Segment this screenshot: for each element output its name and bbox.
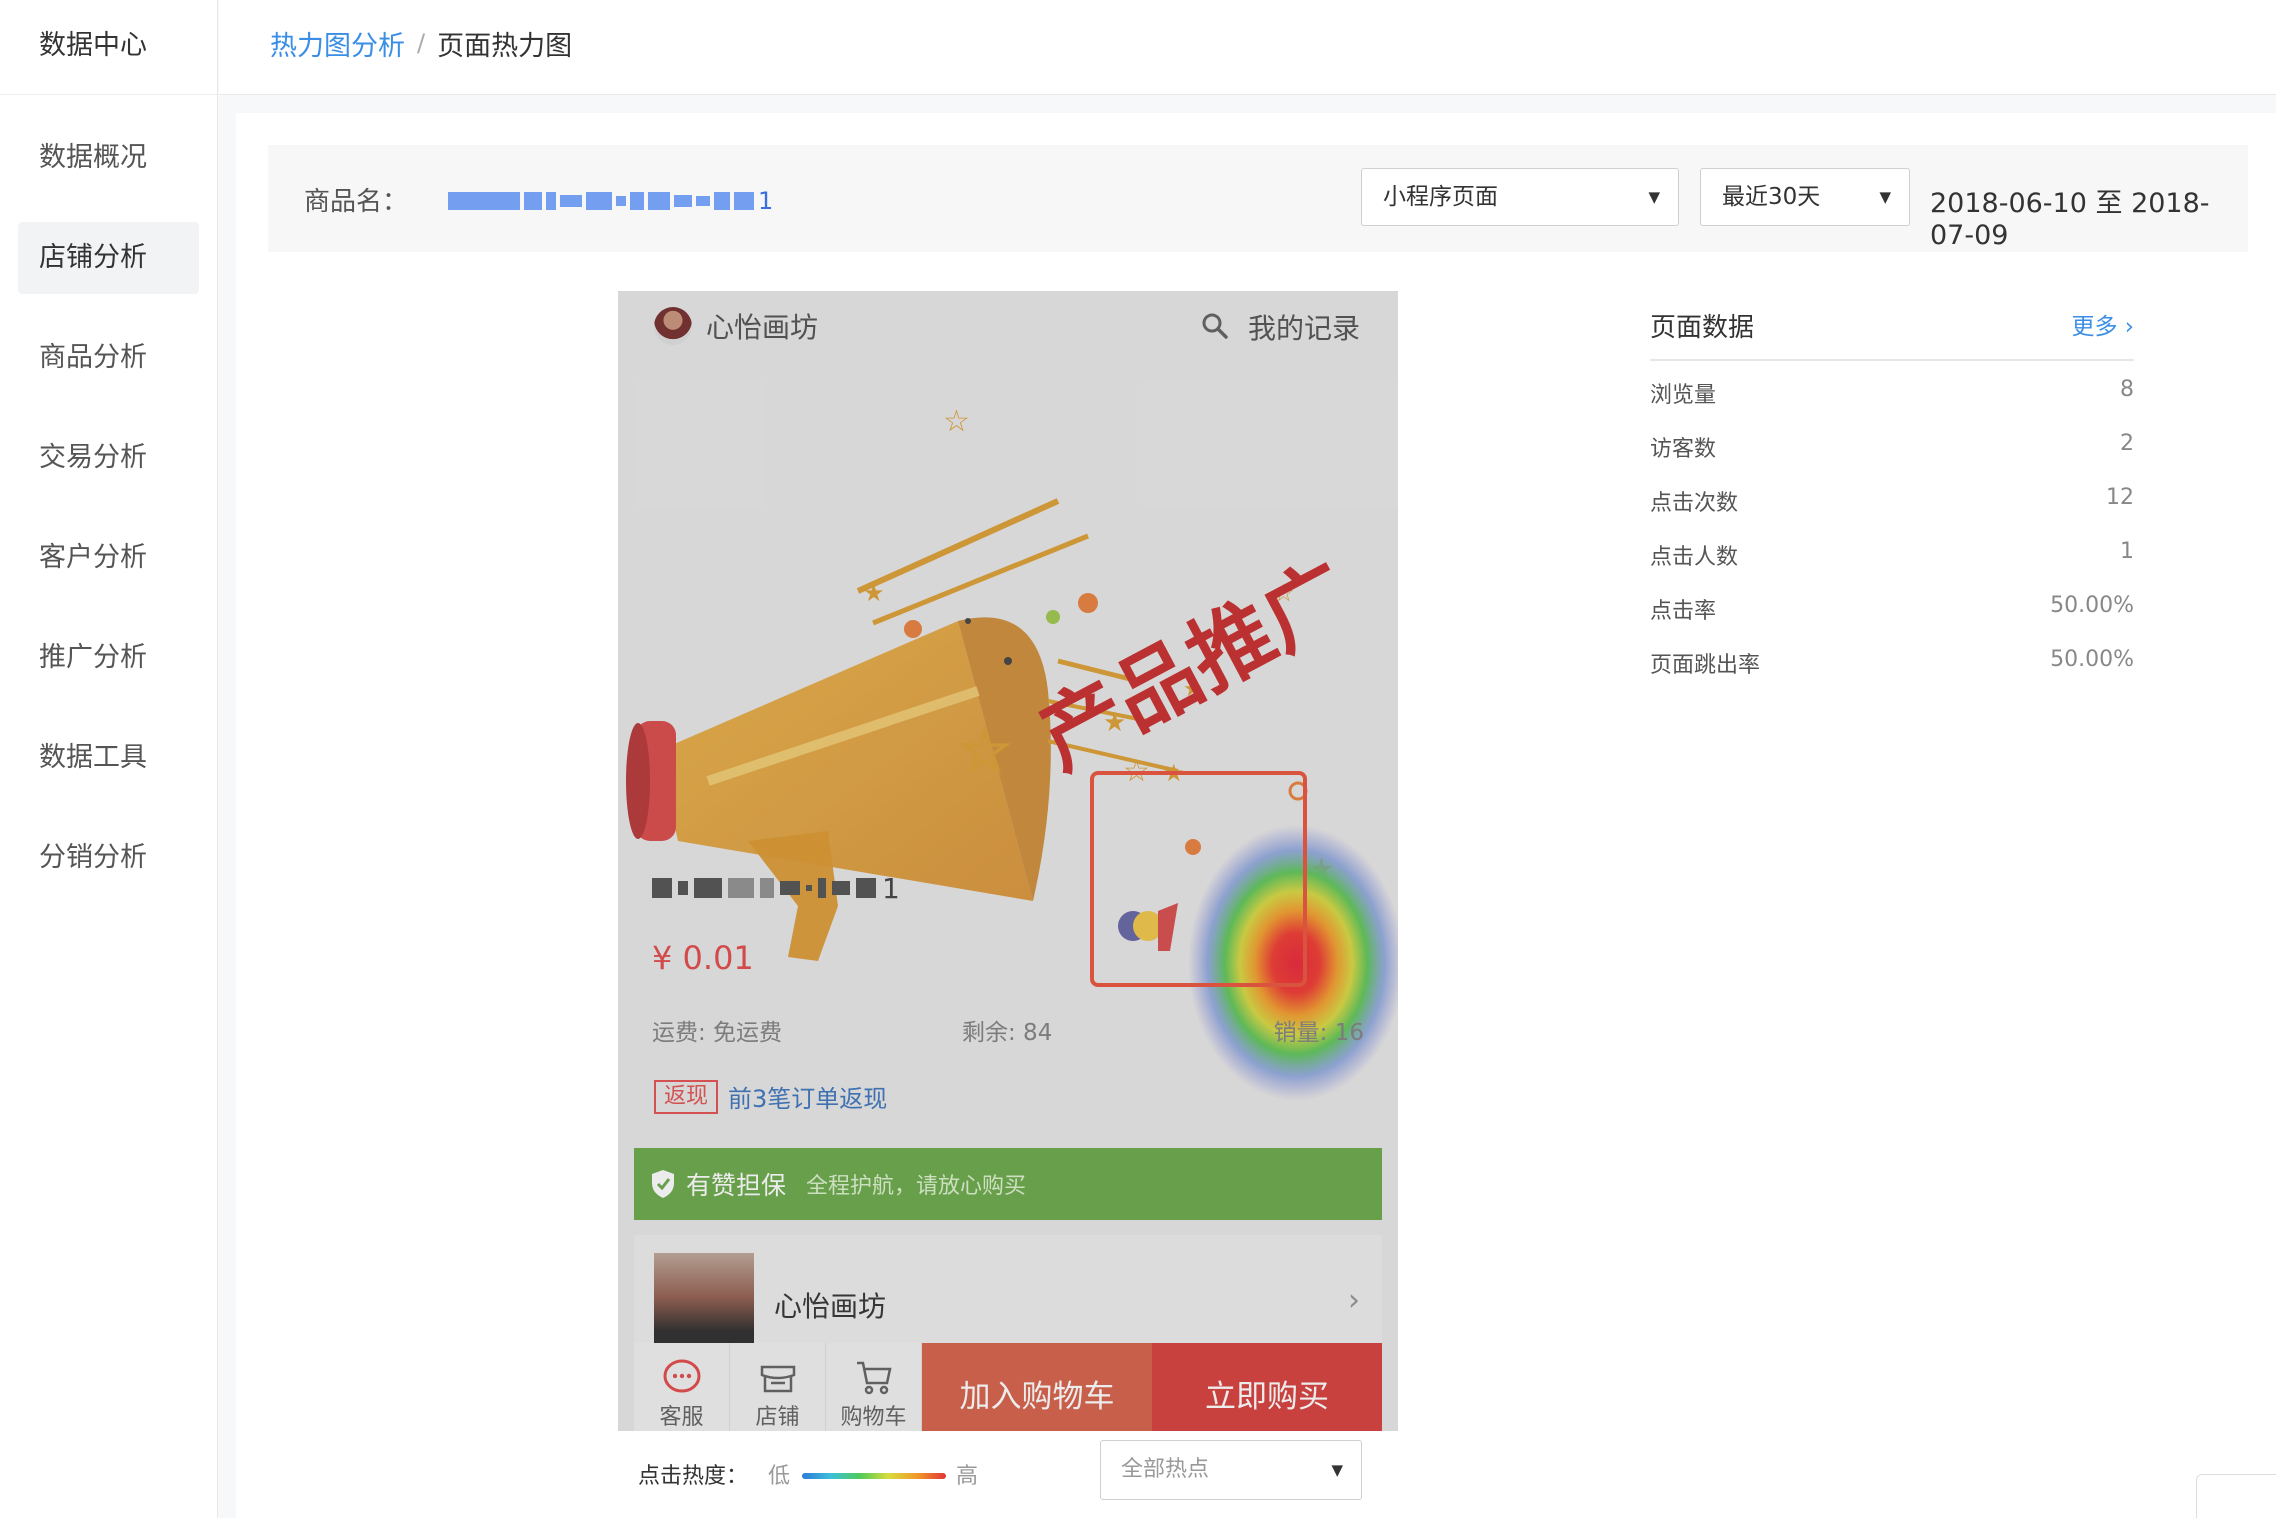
heat-legend-low: 低 [768,1464,791,1489]
stat-label: 访客数 [1650,437,1717,462]
service-label: 客服 [659,1405,704,1430]
preview-shop-name: 心怡画坊 [706,311,819,344]
stat-label: 页面跳出率 [1650,653,1761,678]
cashback-tag: 返现 [654,1079,719,1114]
stat-row: 点击人数 1 [1650,523,2134,577]
caret-down-icon: ▼ [1648,188,1660,206]
stat-label: 点击人数 [1650,545,1739,570]
stat-label: 浏览量 [1650,383,1717,408]
page-data-panel: 页面数据 更多 › 浏览量 8 访客数 2 点击次数 12 点击人数 1 点击率… [1650,291,2134,685]
chevron-right-icon: › [2124,314,2134,340]
stat-row: 页面跳出率 50.00% [1650,631,2134,685]
stat-label: 点击次数 [1650,491,1739,516]
heat-legend-high: 高 [956,1464,979,1489]
more-link[interactable]: 更多 › [2071,307,2134,341]
stat-value: 50.00% [2050,593,2134,618]
time-range-select[interactable]: 最近30天 ▼ [1700,168,1910,226]
page-data-title: 页面数据 [1650,313,1755,343]
time-range-value: 最近30天 [1722,184,1821,210]
shield-icon [652,1170,674,1198]
sidebar-title: 数据中心 [0,0,217,95]
caret-down-icon: ▼ [1879,188,1891,206]
sales-count: 销量: 16 [1273,1020,1364,1046]
store-label: 店铺 [755,1405,800,1430]
stat-value: 50.00% [2050,647,2134,672]
store-icon [760,1365,795,1393]
stat-row: 访客数 2 [1650,415,2134,469]
product-title: 1 [652,871,900,905]
sidebar-item-store-analysis[interactable]: 店铺分析 [18,222,199,294]
goods-name-value: 1 [448,187,773,215]
chat-icon [663,1359,700,1393]
add-to-cart-button[interactable]: 加入购物车 [922,1343,1152,1431]
chevron-right-icon: › [1348,1283,1360,1318]
sidebar-item-overview[interactable]: 数据概况 [18,122,199,194]
stat-value: 8 [2120,377,2134,402]
cashback-promo[interactable]: 返现 前3笔订单返现 [654,1079,887,1114]
product-title-tail: 1 [882,871,900,905]
filter-bar: 商品名： 1 小程序页面 ▼ 最近30天 ▼ 2018-06-10 至 2018… [268,145,2248,252]
sidebar-item-promotion-analysis[interactable]: 推广分析 [18,622,199,694]
guarantee-title: 有赞担保 [686,1171,787,1200]
stock-remaining: 剩余: 84 [962,1020,1053,1046]
date-range: 2018-06-10 至 2018-07-09 [1930,188,2210,251]
stat-value: 1 [2120,539,2134,564]
stat-label: 点击率 [1650,599,1717,624]
action-bar: 客服 店铺 购物车 加入购物车 立即购买 [634,1343,1382,1431]
main-panel: 商品名： 1 小程序页面 ▼ 最近30天 ▼ 2018-06-10 至 2018… [236,113,2276,1518]
cashback-text: 前3笔订单返现 [728,1085,888,1113]
stat-row: 点击率 50.00% [1650,577,2134,631]
guarantee-banner: 有赞担保 全程护航，请放心购买 [634,1148,1382,1220]
svg-text:☆: ☆ [958,716,1012,786]
heat-legend: 点击热度： 低 高 全部热点 ▼ [618,1431,1398,1518]
product-price: ¥ 0.01 [652,939,754,977]
stat-row: 浏览量 8 [1650,361,2134,415]
goods-name-label: 商品名： [304,187,409,217]
shipping-fee: 运费: 免运费 [652,1020,783,1046]
cart-label: 购物车 [840,1405,907,1430]
service-button[interactable]: 客服 [634,1343,730,1431]
svg-text:☆: ☆ [943,404,970,439]
sidebar-menu: 数据概况 店铺分析 商品分析 交易分析 客户分析 推广分析 数据工具 分销分析 [0,95,217,894]
store-button[interactable]: 店铺 [730,1343,826,1431]
my-records-link[interactable]: 我的记录 [1248,307,1360,347]
stat-value: 12 [2106,485,2134,510]
heatmap-preview: 心怡画坊 我的记录 ☆ ★ ★ ★ ☆ ★ ☆ ☆ 产品推广 1 ¥ 0.01 … [618,291,1398,1431]
svg-text:★: ★ [863,579,885,607]
shop-avatar [654,307,692,345]
hotspot-filter-select[interactable]: 全部热点 ▼ [1100,1440,1362,1500]
breadcrumb-separator: / [417,29,426,57]
page-type-value: 小程序页面 [1383,184,1498,210]
caret-down-icon: ▼ [1331,1461,1343,1479]
heat-legend-label: 点击热度： [638,1464,749,1489]
floating-corner-tab[interactable] [2196,1474,2276,1518]
stat-row: 点击次数 12 [1650,469,2134,523]
sidebar-item-goods-analysis[interactable]: 商品分析 [18,322,199,394]
cart-icon-button[interactable]: 购物车 [826,1343,922,1431]
page-data-header: 页面数据 更多 › [1650,291,2134,361]
preview-header: 心怡画坊 我的记录 [618,291,1398,361]
page-type-select[interactable]: 小程序页面 ▼ [1361,168,1679,226]
sidebar-item-distribution-analysis[interactable]: 分销分析 [18,822,199,894]
search-icon [1202,313,1228,339]
stat-value: 2 [2120,431,2134,456]
breadcrumb: 热力图分析 / 页面热力图 [219,0,2276,95]
sidebar-item-data-tools[interactable]: 数据工具 [18,722,199,794]
heat-gradient-bar [802,1473,946,1479]
cart-icon [856,1361,892,1395]
more-link-label: 更多 [2071,314,2118,340]
hotspot-filter-value: 全部热点 [1121,1457,1210,1482]
goods-name-tail: 1 [758,187,774,215]
breadcrumb-heatmap-analysis[interactable]: 热力图分析 [270,24,405,63]
buy-now-button[interactable]: 立即购买 [1152,1343,1382,1431]
breadcrumb-current: 页面热力图 [437,30,573,62]
sidebar-item-customer-analysis[interactable]: 客户分析 [18,522,199,594]
shop-card-name: 心怡画坊 [774,1290,887,1323]
guarantee-subtitle: 全程护航，请放心购买 [806,1174,1027,1199]
sidebar: 数据中心 数据概况 店铺分析 商品分析 交易分析 客户分析 推广分析 数据工具 … [0,0,218,1518]
sidebar-item-trade-analysis[interactable]: 交易分析 [18,422,199,494]
